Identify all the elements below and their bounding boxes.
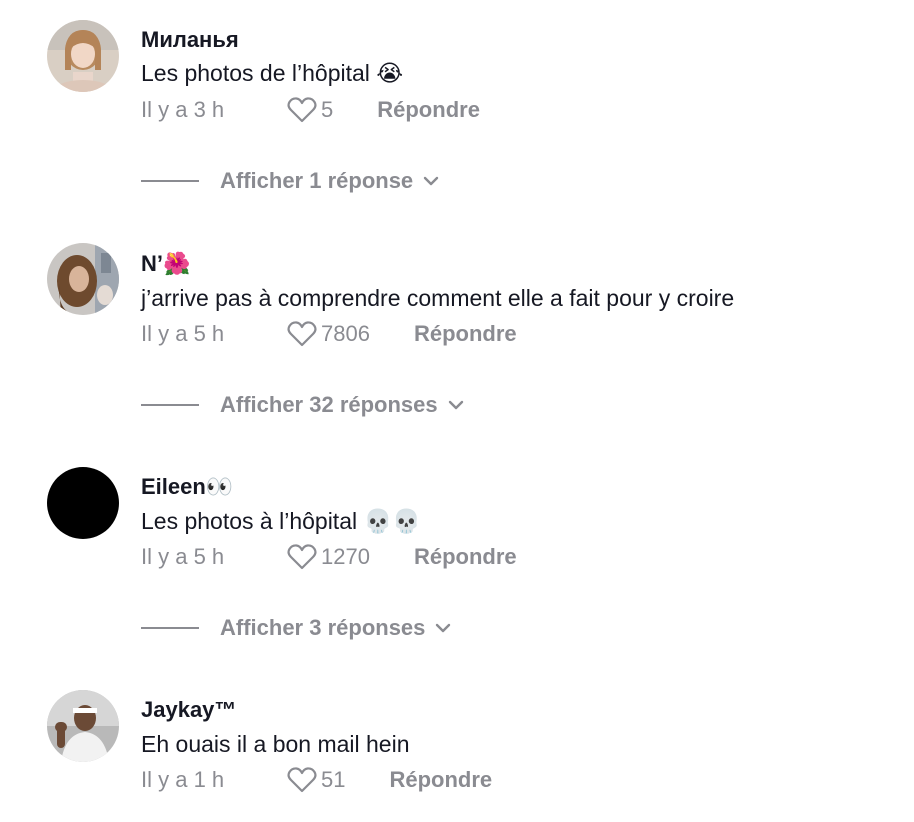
like-button[interactable]: 1270 [287,544,370,570]
comment-meta: Il y a 3 h 5 Répondre [141,96,480,124]
username-text: Eileen [141,474,206,499]
divider-line [141,627,199,629]
username-text: N’ [141,251,163,276]
reply-button[interactable]: Répondre [377,97,480,123]
comment-emoji: 💀💀 [363,509,421,535]
reply-button[interactable]: Répondre [414,544,517,570]
username-emoji: 🌺 [163,252,191,277]
view-replies-label: Afficher 1 réponse [220,168,414,193]
divider-line [141,180,199,182]
view-replies-label: Afficher 3 réponses [220,615,426,640]
avatar[interactable] [47,467,119,539]
heart-outline-icon [287,321,317,347]
view-replies-button[interactable]: Afficher 32 réponses [141,391,464,419]
chevron-down-icon [435,623,451,633]
like-button[interactable]: 7806 [287,321,370,347]
view-replies-label: Afficher 32 réponses [220,392,438,417]
avatar[interactable] [47,690,119,762]
like-button[interactable]: 51 [287,767,345,793]
comment-time: Il y a 3 h [141,97,225,122]
avatar[interactable] [47,243,119,315]
like-count: 51 [321,767,346,792]
comment-username[interactable]: Eileen👀 [141,474,233,500]
comment-emoji: 😭 [376,61,404,87]
heart-outline-icon [287,97,317,123]
comment-username[interactable]: N’🌺 [141,251,190,277]
divider-line [141,404,199,406]
comment-time: Il y a 1 h [141,767,225,792]
like-count: 5 [321,97,334,122]
reply-button[interactable]: Répondre [414,321,517,347]
comment-text: j’arrive pas à comprendre comment elle a… [141,285,735,311]
comment-meta: Il y a 5 h 1270 Répondre [141,543,517,571]
username-emoji: 👀 [205,475,234,500]
comment-username[interactable]: Jaykay™ [141,697,236,723]
avatar[interactable] [47,20,119,92]
comment-text-body: Les photos de l’hôpital [141,60,370,86]
comment-username[interactable]: Миланья [141,27,239,53]
like-count: 1270 [321,544,370,569]
chevron-down-icon [448,400,464,410]
like-count: 7806 [321,321,370,346]
comment-meta: Il y a 5 h 7806 Répondre [141,320,517,348]
heart-outline-icon [287,767,317,793]
chevron-down-icon [423,176,439,186]
heart-outline-icon [287,544,317,570]
comment-time: Il y a 5 h [141,544,225,569]
like-button[interactable]: 5 [287,97,333,123]
view-replies-button[interactable]: Afficher 1 réponse [141,167,439,195]
comment-text: Eh ouais il a bon mail hein [141,731,410,757]
comment-text: Les photos de l’hôpital 😭 [141,60,403,87]
comment-text-body: Les photos à l’hôpital [141,508,358,534]
comment-meta: Il y a 1 h 51 Répondre [141,766,492,794]
comment-time: Il y a 5 h [141,321,225,346]
comment-text: Les photos à l’hôpital 💀💀 [141,508,421,535]
view-replies-button[interactable]: Afficher 3 réponses [141,614,451,642]
reply-button[interactable]: Répondre [389,767,492,793]
